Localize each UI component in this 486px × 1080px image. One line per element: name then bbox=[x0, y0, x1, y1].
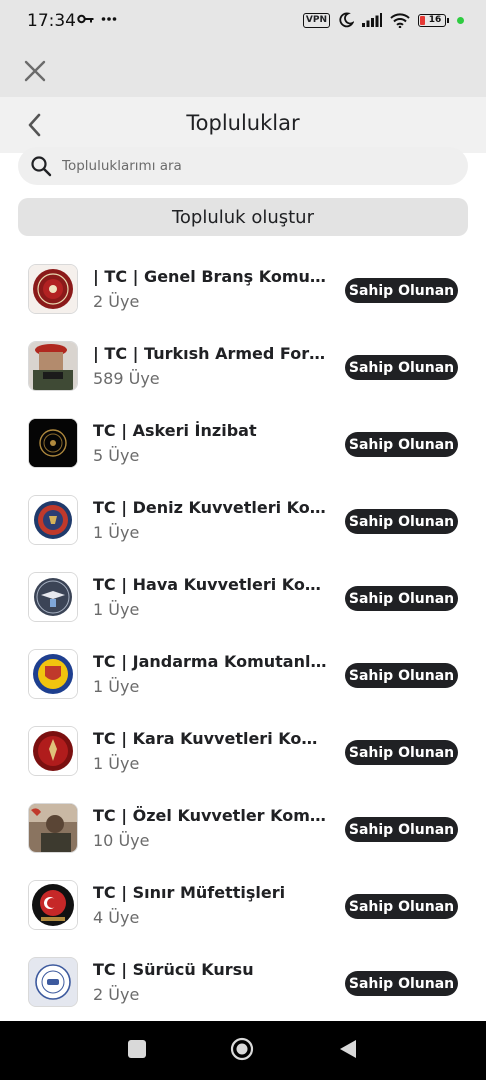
member-count: 1 Üye bbox=[93, 523, 140, 542]
wifi-icon bbox=[390, 12, 410, 28]
close-bar bbox=[0, 44, 486, 97]
member-count: 2 Üye bbox=[93, 292, 140, 311]
member-count: 1 Üye bbox=[93, 600, 140, 619]
key-icon bbox=[77, 14, 94, 24]
member-count: 5 Üye bbox=[93, 446, 140, 465]
home-icon[interactable] bbox=[230, 1037, 254, 1061]
owned-badge: Sahip Olunan bbox=[345, 355, 458, 380]
system-nav-bar bbox=[0, 1021, 486, 1080]
community-item[interactable]: TC | Sınır Müfettişleri 4 Üye Sahip Olun… bbox=[0, 866, 486, 942]
moon-icon bbox=[339, 12, 354, 28]
member-count: 2 Üye bbox=[93, 985, 140, 1004]
border-emblem-avatar bbox=[28, 880, 78, 930]
page-title: Topluluklar bbox=[186, 111, 300, 135]
navy-emblem-avatar bbox=[28, 495, 78, 545]
recent-apps-icon[interactable] bbox=[128, 1040, 146, 1058]
community-name: TC | Kara Kuvvetleri Komutanlığı bbox=[93, 729, 331, 748]
community-name: TC | Sınır Müfettişleri bbox=[93, 883, 286, 902]
close-icon[interactable] bbox=[22, 58, 48, 84]
community-name: | TC | Turkısh Armed Forces bbox=[93, 344, 331, 363]
privacy-indicator-dot bbox=[457, 16, 464, 24]
community-name: TC | Jandarma Komutanlığı bbox=[93, 652, 331, 671]
community-item[interactable]: | TC | Genel Branş Komutanlığı 2 Üye Sah… bbox=[0, 250, 486, 326]
community-name: | TC | Genel Branş Komutanlığı bbox=[93, 267, 331, 286]
community-name: TC | Deniz Kuvvetleri Komutanlığı bbox=[93, 498, 331, 517]
search-input[interactable] bbox=[60, 157, 444, 175]
owned-badge: Sahip Olunan bbox=[345, 432, 458, 457]
special-forces-image-avatar bbox=[28, 803, 78, 853]
status-time: 17:34 bbox=[27, 11, 76, 31]
dark-red-emblem-avatar bbox=[28, 264, 78, 314]
community-item[interactable]: TC | Sürücü Kursu 2 Üye Sahip Olunan bbox=[0, 943, 486, 1019]
black-gold-emblem-avatar bbox=[28, 418, 78, 468]
air-force-emblem-avatar bbox=[28, 572, 78, 622]
search-bar[interactable] bbox=[18, 147, 468, 185]
community-name: TC | Sürücü Kursu bbox=[93, 960, 254, 979]
create-community-button[interactable]: Topluluk oluştur bbox=[18, 198, 468, 236]
owned-badge: Sahip Olunan bbox=[345, 663, 458, 688]
owned-badge: Sahip Olunan bbox=[345, 817, 458, 842]
owned-badge: Sahip Olunan bbox=[345, 740, 458, 765]
community-item[interactable]: TC | Deniz Kuvvetleri Komutanlığı 1 Üye … bbox=[0, 481, 486, 557]
community-item[interactable]: | TC | Turkısh Armed Forces 589 Üye Sahi… bbox=[0, 327, 486, 403]
member-count: 589 Üye bbox=[93, 369, 160, 388]
vpn-icon: VPN bbox=[302, 12, 330, 28]
community-item[interactable]: TC | Askeri İnzibat 5 Üye Sahip Olunan bbox=[0, 404, 486, 480]
land-forces-emblem-avatar bbox=[28, 726, 78, 776]
gendarmerie-emblem-avatar bbox=[28, 649, 78, 699]
member-count: 1 Üye bbox=[93, 754, 140, 773]
community-item[interactable]: TC | Jandarma Komutanlığı 1 Üye Sahip Ol… bbox=[0, 635, 486, 711]
community-item[interactable]: TC | Özel Kuvvetler Komutanlığı 10 Üye S… bbox=[0, 789, 486, 865]
community-name: TC | Askeri İnzibat bbox=[93, 421, 257, 440]
battery-level: 16 bbox=[428, 15, 442, 25]
driving-course-emblem-avatar bbox=[28, 957, 78, 1007]
member-count: 10 Üye bbox=[93, 831, 150, 850]
battery-icon: 16 bbox=[418, 13, 449, 27]
member-count: 1 Üye bbox=[93, 677, 140, 696]
owned-badge: Sahip Olunan bbox=[345, 971, 458, 996]
status-bar: 17:34 VPN 16 bbox=[0, 0, 486, 44]
owned-badge: Sahip Olunan bbox=[345, 278, 458, 303]
signal-icon bbox=[362, 13, 382, 27]
search-icon bbox=[31, 156, 52, 177]
soldier-red-beret-avatar bbox=[28, 341, 78, 391]
owned-badge: Sahip Olunan bbox=[345, 894, 458, 919]
back-triangle-icon[interactable] bbox=[338, 1038, 358, 1060]
more-dots-icon bbox=[101, 17, 117, 21]
owned-badge: Sahip Olunan bbox=[345, 586, 458, 611]
community-name: TC | Hava Kuvvetleri Komutanlığı bbox=[93, 575, 331, 594]
community-item[interactable]: TC | Kara Kuvvetleri Komutanlığı 1 Üye S… bbox=[0, 712, 486, 788]
page-header: Topluluklar bbox=[0, 97, 486, 153]
member-count: 4 Üye bbox=[93, 908, 140, 927]
owned-badge: Sahip Olunan bbox=[345, 509, 458, 534]
community-name: TC | Özel Kuvvetler Komutanlığı bbox=[93, 806, 331, 825]
community-item[interactable]: TC | Hava Kuvvetleri Komutanlığı 1 Üye S… bbox=[0, 558, 486, 634]
